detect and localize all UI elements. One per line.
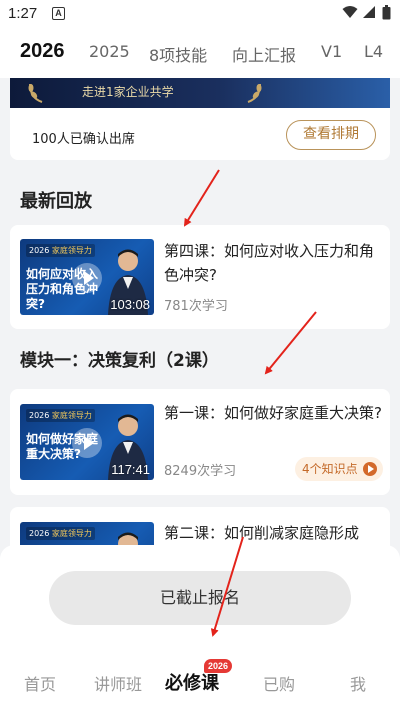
module-title: 模块一：决策复利（2课） [20,351,219,371]
thumb-badge: 2026 家庭领导力 [26,527,95,540]
latest-replay-title: 最新回放 [20,191,92,212]
arrow-annotation [183,169,220,227]
play-icon [363,462,377,476]
tab-report-up[interactable]: 向上汇报 [232,42,296,66]
status-time: 1:27 [8,5,38,22]
status-bar: 1:27 A [0,0,400,28]
laurel-icon [28,83,43,103]
nav-home[interactable]: 首页 [24,671,56,695]
tab-v1[interactable]: V1 [321,42,342,61]
view-schedule-button[interactable]: 查看排期 [286,120,376,150]
course-card-lesson-1[interactable]: 2026 家庭领导力 如何做好家庭重大决策? 117:41 第一课：如何做好家庭… [10,389,390,495]
course-thumbnail: 2026 家庭领导力 如何应对收入压力和角色冲突? 103:08 [20,239,154,315]
course-thumbnail: 2026 家庭领导力 如何做好家庭重大决策? 117:41 [20,404,154,480]
event-banner[interactable]: 走进1家企业共学 [10,78,390,108]
study-count: 781次学习 [164,299,228,314]
knowledge-points-button[interactable]: 4个知识点 [295,457,383,481]
video-duration: 117:41 [111,462,150,477]
course-title: 第二课：如何削减家庭隐形成 [164,524,360,542]
tab-2026[interactable]: 2026 [20,40,65,63]
video-duration: 103:08 [110,297,150,312]
year-tabs: 2026 2025 8项技能 向上汇报 V1 L4 [0,28,400,78]
event-banner-text: 走进1家企业共学 [82,85,174,99]
course-title: 第一课：如何做好家庭重大决策? [164,404,382,422]
nav-me[interactable]: 我 [350,671,366,695]
signal-icon [363,6,375,18]
study-count: 8249次学习 [164,464,237,479]
wifi-icon [342,6,358,18]
thumb-badge: 2026 家庭领导力 [26,244,95,257]
notification-icon: A [52,7,65,20]
event-card: 走进1家企业共学 100人已确认出席 查看排期 [10,78,390,160]
tab-8-skills[interactable]: 8项技能 [149,42,207,66]
nav-instructor-class[interactable]: 讲师班 [94,671,142,695]
knowledge-points-label: 4个知识点 [302,462,358,476]
tab-2025[interactable]: 2025 [89,42,130,61]
bottom-panel: 已截止报名 首页 讲师班 必修课 2026 已购 我 [0,545,400,710]
nav-badge: 2026 [204,659,233,673]
attendance-count: 100人已确认出席 [32,132,135,147]
course-title: 第四课：如何应对收入压力和角色冲突? [164,242,375,284]
play-icon[interactable] [72,428,102,458]
play-icon[interactable] [72,263,102,293]
laurel-icon [247,83,262,103]
course-card-lesson-4[interactable]: 2026 家庭领导力 如何应对收入压力和角色冲突? 103:08 第四课：如何应… [10,225,390,329]
battery-icon [382,5,391,20]
signup-closed-button[interactable]: 已截止报名 [49,571,351,625]
thumb-badge: 2026 家庭领导力 [26,409,95,422]
tab-l4[interactable]: L4 [364,42,383,61]
nav-purchased[interactable]: 已购 [263,671,295,695]
